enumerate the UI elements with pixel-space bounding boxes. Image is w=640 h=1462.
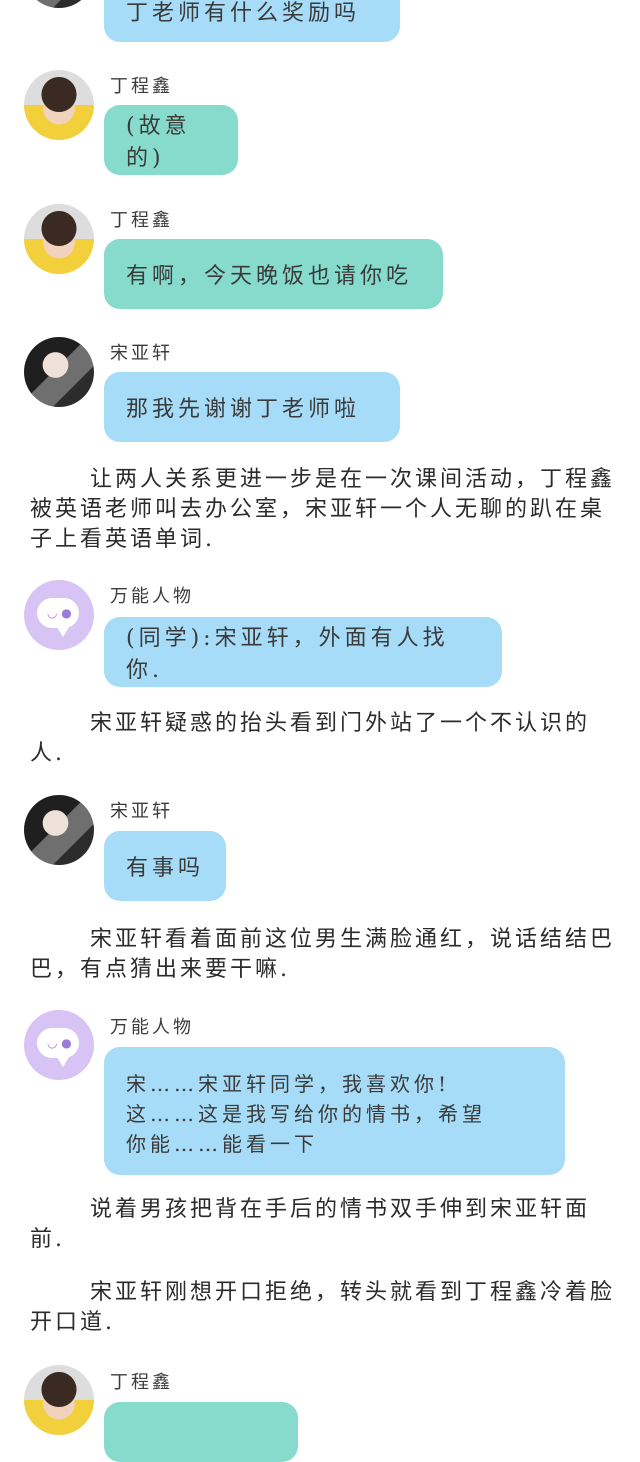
narration-paragraph: 宋亚轩刚想开口拒绝，转头就看到丁程鑫冷着脸开口道. — [30, 1280, 616, 1335]
chat-bubble-line: 这……这是我写给你的情书，希望 — [126, 1102, 486, 1126]
narration-paragraph: 说着男孩把背在手后的情书双手伸到宋亚轩面前. — [30, 1197, 591, 1252]
chat-bubble: 宋……宋亚轩同学，我喜欢你! 这……这是我写给你的情书，希望 你能……能看一下 — [104, 1047, 565, 1175]
chat-bubble-text: 有啊，今天晚饭也请你吃 — [126, 264, 413, 289]
chat-bubble: 有啊，今天晚饭也请你吃 — [104, 239, 443, 309]
speaker-name: 万能人物 — [110, 1017, 194, 1038]
narration-paragraph: 宋亚轩看着面前这位男生满脸通红，说话结结巴巴，有点猜出来要干嘛. — [30, 927, 616, 982]
avatar — [24, 204, 94, 274]
chat-bubble-icon: ◡ ● — [37, 1028, 79, 1067]
chat-bubble: (故意的) — [104, 105, 238, 175]
chat-bubble-text: 那我先谢谢丁老师啦 — [126, 397, 361, 422]
narration-paragraph: 让两人关系更进一步是在一次课间活动，丁程鑫被英语老师叫去办公室，宋亚轩一个人无聊… — [30, 467, 616, 552]
chat-bubble — [104, 1402, 298, 1462]
avatar — [24, 795, 94, 865]
chat-bubble-text: 丁老师有什么奖励吗 — [126, 1, 361, 26]
speaker-name: 丁程鑫 — [110, 210, 173, 231]
chat-bubble: 丁老师有什么奖励吗 — [104, 0, 400, 42]
chat-bubble-text: (故意的) — [126, 114, 191, 171]
chat-bubble-text: 有事吗 — [126, 856, 205, 881]
avatar — [24, 337, 94, 407]
avatar — [24, 1365, 94, 1435]
chat-bubble: (同学):宋亚轩，外面有人找你. — [104, 617, 502, 687]
speaker-name: 宋亚轩 — [110, 801, 173, 822]
avatar — [24, 70, 94, 140]
avatar — [24, 0, 94, 8]
chat-bubble: 那我先谢谢丁老师啦 — [104, 372, 400, 442]
chat-bubble-text: (同学):宋亚轩，外面有人找你. — [126, 626, 449, 683]
speaker-name: 宋亚轩 — [110, 343, 173, 364]
speaker-name: 丁程鑫 — [110, 1372, 173, 1393]
narration-paragraph: 宋亚轩疑惑的抬头看到门外站了一个不认识的人. — [30, 711, 591, 766]
speaker-name: 丁程鑫 — [110, 76, 173, 97]
avatar: ◡ ● — [24, 1010, 94, 1080]
chat-bubble-line: 你能……能看一下 — [126, 1132, 318, 1156]
speaker-name: 万能人物 — [110, 586, 194, 607]
chat-bubble-line: 宋……宋亚轩同学，我喜欢你! — [126, 1072, 451, 1096]
avatar: ◡ ● — [24, 580, 94, 650]
chat-bubble: 有事吗 — [104, 831, 226, 901]
chat-bubble-icon: ◡ ● — [37, 598, 79, 637]
